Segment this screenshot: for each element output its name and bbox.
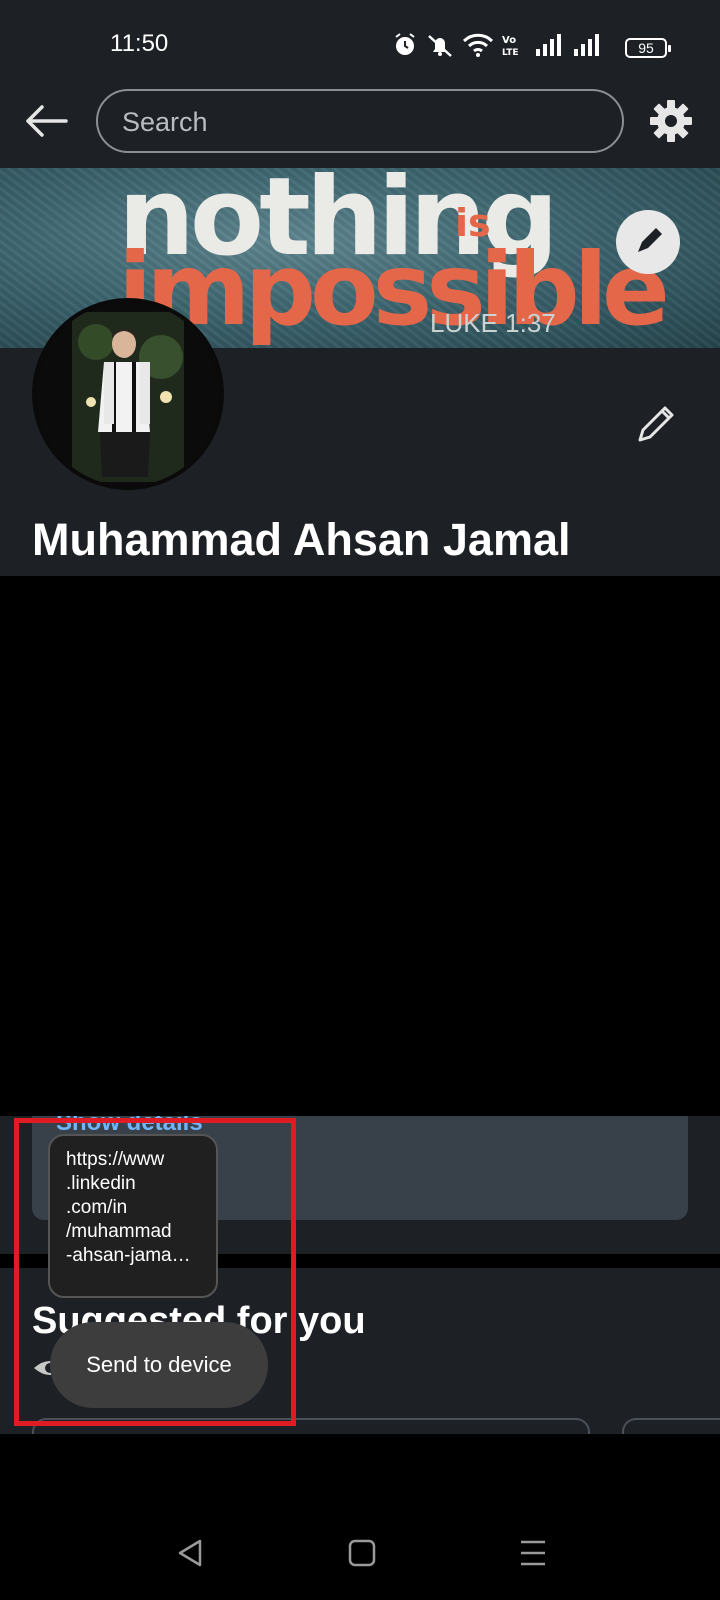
search-bar[interactable] [96, 89, 624, 153]
alarm-icon [395, 33, 415, 55]
gear-icon[interactable] [648, 98, 694, 144]
svg-text:Vo: Vo [502, 35, 516, 46]
battery-indicator: 95 [625, 38, 671, 58]
status-time: 11:50 [110, 30, 169, 57]
nav-menu-icon[interactable] [518, 1538, 548, 1568]
suggestion-card[interactable] [622, 1418, 720, 1434]
avatar-photo [36, 302, 220, 486]
profile-name: Muhammad Ahsan Jamal [32, 514, 571, 565]
nav-home-icon[interactable] [347, 1538, 377, 1568]
search-input[interactable] [122, 105, 602, 139]
arrow-left-icon[interactable] [24, 98, 70, 144]
pencil-icon[interactable] [632, 400, 680, 448]
highlight-box [14, 1118, 296, 1426]
svg-text:LTE: LTE [502, 48, 519, 58]
signal-icon [536, 34, 561, 56]
avatar[interactable] [32, 298, 224, 490]
status-bar: 11:50 Vo LTE 95 [0, 0, 720, 72]
banner-text-impossible: impossible [118, 231, 670, 348]
mute-icon [428, 35, 452, 57]
app-bar [0, 72, 720, 168]
volte-icon: Vo LTE [502, 35, 519, 58]
banner-verse: LUKE 1:37 [430, 308, 556, 338]
signal-icon [574, 34, 599, 56]
nav-back-icon[interactable] [176, 1538, 206, 1568]
content-blank-area [0, 576, 720, 1116]
edit-banner-button[interactable] [616, 210, 680, 274]
system-nav-bar [0, 1434, 720, 1600]
pencil-icon [638, 228, 662, 252]
wifi-icon [462, 33, 494, 57]
